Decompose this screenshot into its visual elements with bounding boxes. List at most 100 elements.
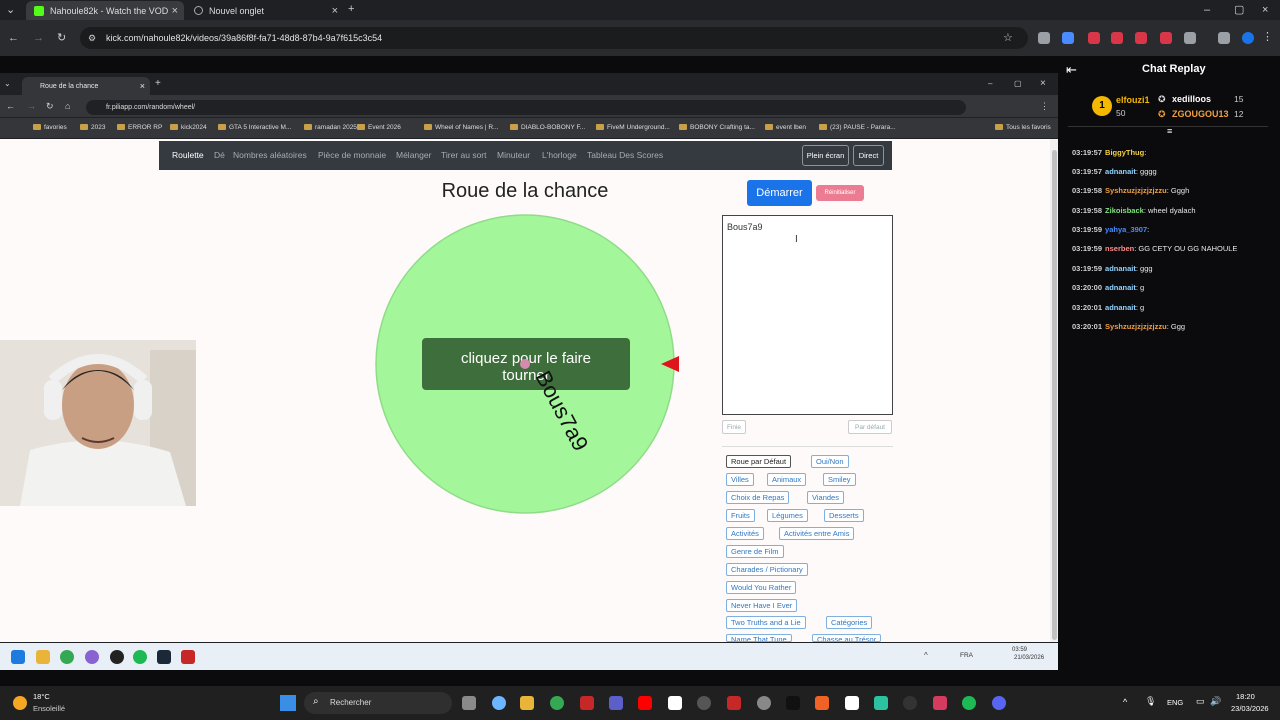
- clock-date[interactable]: 21/03/2026: [1014, 655, 1044, 661]
- new-tab-button[interactable]: +: [348, 2, 354, 16]
- clock-time[interactable]: 18:20: [1236, 692, 1255, 701]
- new-tab-button[interactable]: +: [155, 77, 161, 91]
- windows-start-icon[interactable]: [280, 695, 296, 711]
- bookmark-item[interactable]: GTA 5 Interactive M...: [218, 124, 291, 131]
- chat-username[interactable]: Zikoisback: [1105, 206, 1144, 215]
- search-box[interactable]: [304, 692, 452, 714]
- window-close-icon[interactable]: ×: [1040, 77, 1046, 91]
- app-icon[interactable]: [903, 696, 917, 710]
- extension-icon[interactable]: [1135, 32, 1147, 44]
- steam-icon[interactable]: [157, 650, 171, 664]
- chrome-icon[interactable]: [60, 650, 74, 664]
- weather-temp[interactable]: 18°C: [33, 692, 50, 701]
- preset-button[interactable]: Fruits: [726, 509, 755, 522]
- inner-address-bar[interactable]: fr.piliapp.com/random/wheel/: [86, 100, 966, 115]
- lang-indicator[interactable]: ENG: [1167, 698, 1183, 707]
- tab-roue-de-la-chance[interactable]: Roue de la chance ×: [22, 77, 150, 95]
- bookmark-item[interactable]: Event 2026: [357, 124, 401, 131]
- leaderboard-second-name[interactable]: xedilloos: [1172, 94, 1211, 104]
- preset-button[interactable]: Smiley: [823, 473, 856, 486]
- close-icon[interactable]: ×: [172, 5, 178, 17]
- app-icon[interactable]: [110, 650, 124, 664]
- reload-icon[interactable]: ↻: [46, 99, 54, 113]
- site-info-icon[interactable]: ⚙: [88, 31, 96, 45]
- expand-leaderboard-icon[interactable]: ≡: [1167, 126, 1172, 136]
- preset-button[interactable]: Animaux: [767, 473, 807, 486]
- app-icon[interactable]: [727, 696, 741, 710]
- extension-icon[interactable]: [1088, 32, 1100, 44]
- file-explorer-icon[interactable]: [36, 650, 50, 664]
- close-icon[interactable]: ×: [140, 81, 145, 91]
- address-bar[interactable]: kick.com/nahoule82k/videos/39a86f8f-fa71…: [80, 27, 1028, 49]
- youtube-icon[interactable]: [638, 696, 652, 710]
- names-textarea[interactable]: [722, 215, 893, 415]
- tab-new-tab[interactable]: Nouvel onglet ×: [186, 1, 344, 20]
- spotify-icon[interactable]: [133, 650, 147, 664]
- task-view-icon[interactable]: [462, 696, 476, 710]
- nav-tableau-des-scores[interactable]: Tableau Des Scores: [587, 150, 663, 160]
- menu-icon[interactable]: ⋮: [1262, 30, 1273, 44]
- network-icon[interactable]: ▭: [1196, 696, 1205, 707]
- leaderboard-first-name[interactable]: elfouzi1: [1116, 95, 1150, 105]
- chat-username[interactable]: adnanait: [1105, 264, 1136, 273]
- chevron-up-icon[interactable]: ^: [1123, 697, 1127, 707]
- bookmark-item[interactable]: event lben: [765, 124, 806, 131]
- nav-de[interactable]: Dé: [214, 150, 225, 160]
- fortnite-icon[interactable]: [668, 696, 682, 710]
- extension-icon[interactable]: [1038, 32, 1050, 44]
- teams-icon[interactable]: [609, 696, 623, 710]
- bookmark-item[interactable]: kick2024: [170, 124, 207, 131]
- preset-button[interactable]: Villes: [726, 473, 754, 486]
- reset-button[interactable]: Réinitialiser: [816, 185, 864, 201]
- bookmark-item[interactable]: Tous les favoris: [995, 124, 1051, 131]
- window-close-icon[interactable]: ×: [1262, 3, 1268, 17]
- tab-kick-vod[interactable]: Nahoule82k - Watch the VOD ×: [26, 1, 184, 20]
- app-icon[interactable]: [85, 650, 99, 664]
- menu-icon[interactable]: ⋮: [1040, 99, 1049, 113]
- reading-list-icon[interactable]: [1218, 32, 1230, 44]
- start-button[interactable]: Démarrer: [747, 180, 812, 206]
- nav-piece-de-monnaie[interactable]: Pièce de monnaie: [318, 150, 386, 160]
- bookmark-item[interactable]: (23) PAUSE - Parara...: [819, 124, 896, 131]
- chevron-up-icon[interactable]: ^: [924, 651, 928, 660]
- bookmark-item[interactable]: DIABLO-BOBONY F...: [510, 124, 585, 131]
- close-icon[interactable]: ×: [332, 5, 338, 17]
- nav-horloge[interactable]: L'horloge: [542, 150, 577, 160]
- chat-username[interactable]: BiggyThug: [1105, 148, 1144, 157]
- profile-avatar[interactable]: [1242, 32, 1254, 44]
- nav-minuteur[interactable]: Minuteur: [497, 150, 530, 160]
- preset-button[interactable]: Desserts: [824, 509, 864, 522]
- brave-icon[interactable]: [815, 696, 829, 710]
- preset-button[interactable]: Viandes: [807, 491, 844, 504]
- forward-icon[interactable]: →: [33, 31, 44, 45]
- preset-button[interactable]: Catégories: [826, 616, 873, 629]
- minimize-icon[interactable]: –: [1204, 3, 1210, 17]
- live-button[interactable]: Direct: [853, 145, 884, 166]
- bookmark-item[interactable]: FiveM Underground...: [596, 124, 670, 131]
- app-icon[interactable]: [933, 696, 947, 710]
- preset-button[interactable]: Activités: [726, 527, 764, 540]
- spotify-icon[interactable]: [962, 696, 976, 710]
- bookmark-item[interactable]: Wheel of Names | R...: [424, 124, 498, 131]
- app-icon[interactable]: [697, 696, 711, 710]
- extension-icon[interactable]: [1160, 32, 1172, 44]
- bookmark-item[interactable]: BOBONY Crafting ta...: [679, 124, 755, 131]
- weather-sun-icon[interactable]: [13, 696, 27, 710]
- chrome-icon[interactable]: [550, 696, 564, 710]
- clock-date[interactable]: 23/03/2026: [1231, 704, 1269, 713]
- nav-tirer-au-sort[interactable]: Tirer au sort: [441, 150, 487, 160]
- chat-username[interactable]: nserben: [1105, 244, 1134, 253]
- file-explorer-icon[interactable]: [520, 696, 534, 710]
- lang-indicator[interactable]: FRA: [960, 652, 973, 659]
- windows-start-icon[interactable]: [11, 650, 25, 664]
- bookmark-item[interactable]: ramadan 2025: [304, 124, 357, 131]
- app-icon[interactable]: [874, 696, 888, 710]
- discord-icon[interactable]: [992, 696, 1006, 710]
- fullscreen-button[interactable]: Plein écran: [802, 145, 849, 166]
- extensions-puzzle-icon[interactable]: [1184, 32, 1196, 44]
- chat-username[interactable]: Syshzuzjzjzjzjzzu: [1105, 186, 1167, 195]
- chat-username[interactable]: adnanait: [1105, 283, 1136, 292]
- preset-button[interactable]: Would You Rather: [726, 581, 797, 594]
- extension-icon[interactable]: [1062, 32, 1074, 44]
- preset-button[interactable]: Genre de Film: [726, 545, 784, 558]
